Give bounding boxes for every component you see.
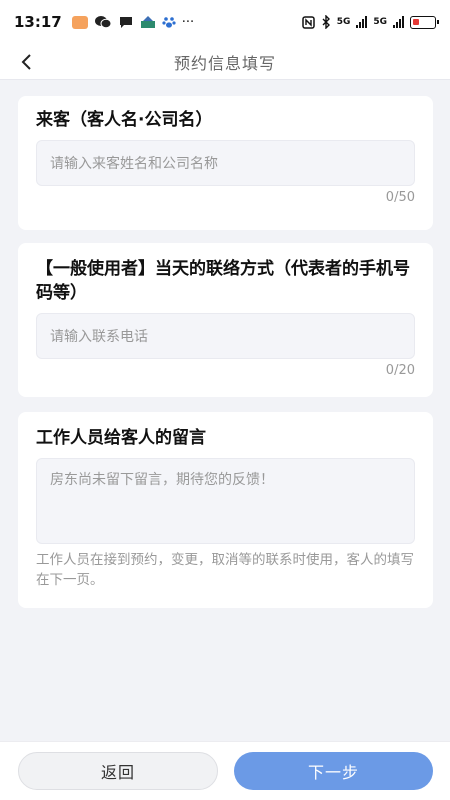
contact-char-counter: 0/20	[385, 363, 415, 378]
nav-bar: 预约信息填写	[0, 44, 450, 80]
message-app-icon	[71, 15, 88, 29]
guest-name-input[interactable]: 请输入来客姓名和公司名称	[36, 140, 415, 186]
more-notifications-icon: ···	[181, 14, 195, 30]
network-5g-label: 5G	[336, 17, 351, 27]
guest-char-counter: 0/50	[385, 190, 415, 205]
status-time: 13:17	[14, 13, 62, 31]
wechat-icon	[94, 16, 112, 29]
next-step-button[interactable]: 下一步	[234, 752, 433, 790]
signal-icon	[356, 16, 368, 28]
staff-message-hint: 工作人员在接到预约，变更，取消等的联系时使用，客人的填写在下一页。	[36, 552, 414, 588]
chevron-left-icon	[21, 54, 31, 70]
paw-icon	[162, 17, 176, 28]
status-bar: 13:17 ··· 5G 5G	[0, 0, 450, 44]
contact-card: 【一般使用者】当天的联络方式（代表者的手机号码等） 请输入联系电话 0/20	[18, 243, 433, 397]
contact-phone-input[interactable]: 请输入联系电话	[36, 313, 415, 359]
bottom-action-bar: 返回 下一步	[0, 741, 450, 800]
network-5g-label-2: 5G	[373, 17, 387, 27]
signal-icon-2	[393, 16, 404, 28]
nfc-icon	[301, 15, 315, 29]
back-button[interactable]	[12, 48, 40, 76]
return-button[interactable]: 返回	[18, 752, 218, 790]
chat-bubble-icon	[119, 17, 132, 28]
app-icon	[140, 16, 155, 28]
contact-title: 【一般使用者】当天的联络方式（代表者的手机号码等）	[36, 259, 410, 303]
page-title: 预约信息填写	[173, 53, 276, 73]
bluetooth-icon	[322, 15, 330, 29]
staff-message-card: 工作人员给客人的留言 房东尚未留下留言，期待您的反馈！ 工作人员在接到预约，变更…	[18, 412, 433, 608]
staff-message-box: 房东尚未留下留言，期待您的反馈！	[36, 458, 415, 544]
battery-icon	[410, 15, 439, 29]
guest-card: 来客（客人名·公司名） 请输入来客姓名和公司名称 0/50	[18, 96, 433, 230]
staff-message-title: 工作人员给客人的留言	[36, 428, 206, 448]
guest-title: 来客（客人名·公司名）	[36, 110, 213, 130]
